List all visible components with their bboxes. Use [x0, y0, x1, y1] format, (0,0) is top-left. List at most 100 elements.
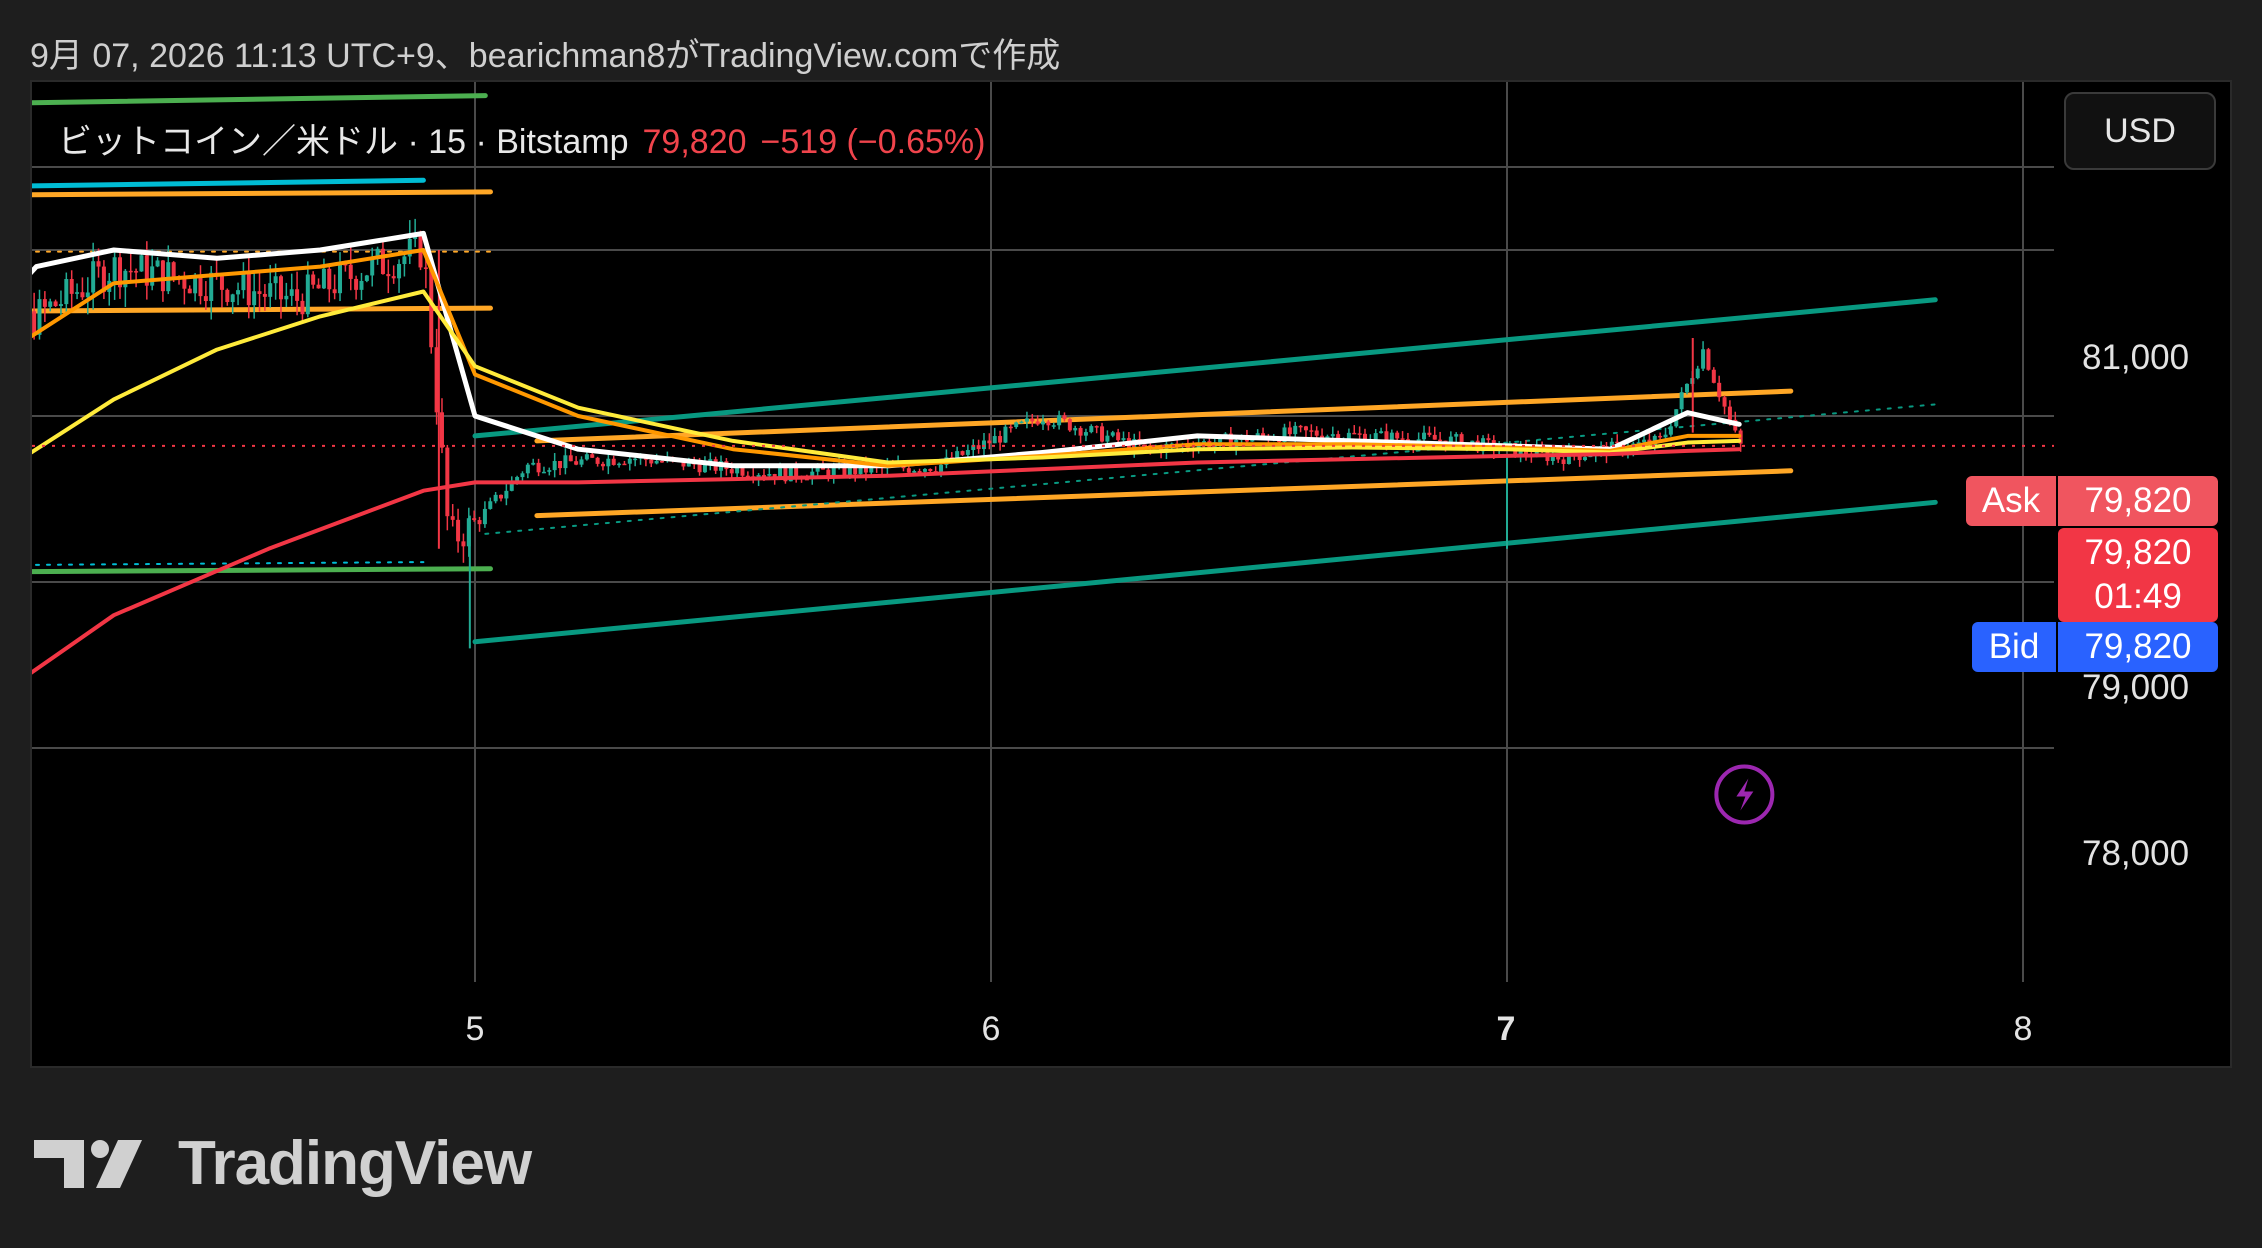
candle-body [187, 288, 192, 294]
candle-body [48, 301, 53, 307]
candle-body [321, 268, 326, 289]
candle-body [590, 454, 595, 458]
candle-body [595, 457, 600, 464]
candle-body [499, 494, 504, 499]
candle-body [1078, 428, 1083, 436]
candle-body [241, 272, 246, 291]
candle-body [912, 470, 917, 473]
candle-body [1711, 369, 1716, 383]
candle-body [268, 283, 273, 297]
support-ray-green [32, 566, 493, 575]
candle-body [584, 454, 589, 460]
candle-body [150, 266, 155, 286]
resistance-ray-orange [32, 189, 493, 198]
candle-body [1287, 427, 1292, 435]
candle-body [1121, 438, 1126, 441]
candle-body [295, 289, 300, 301]
candle-body [998, 436, 1003, 443]
channel-mid-dotted [484, 403, 1937, 535]
candle-body [568, 455, 573, 462]
support-ray-orange [32, 305, 493, 314]
candle-body [230, 294, 235, 303]
candle-body [1422, 432, 1427, 440]
candle-body [617, 463, 622, 466]
ask-label: Ask [1966, 476, 2056, 526]
candle-body [1454, 434, 1459, 437]
candle-body [1357, 433, 1362, 435]
price-tick: 78,000 [2082, 834, 2190, 873]
candle-body [327, 268, 332, 290]
candle-body [289, 289, 294, 296]
candle-body [311, 274, 316, 285]
candle-body [520, 473, 525, 478]
candle-body [1110, 432, 1115, 436]
candle-body [128, 270, 133, 273]
candle-body [1561, 459, 1566, 465]
candle-body [547, 470, 552, 472]
candle-body [563, 455, 568, 469]
candle-body [252, 291, 257, 306]
channel-lower-line [472, 499, 1938, 645]
candle-body [96, 261, 101, 267]
date-tick: 8 [2013, 1010, 2033, 1048]
candle-body [1727, 406, 1732, 420]
candle-body [611, 458, 616, 465]
currency-button[interactable]: USD [2064, 92, 2216, 170]
candle-body [1293, 425, 1298, 435]
candle-body [75, 292, 80, 294]
drawings [32, 93, 1938, 645]
candle-body [1105, 435, 1110, 442]
candle-body [1100, 426, 1105, 442]
candle-body [976, 445, 981, 450]
candle-body [91, 261, 96, 293]
candle-body [1067, 419, 1072, 431]
candle-body [1432, 434, 1437, 440]
candle-body [488, 501, 493, 509]
candle-body [1062, 415, 1067, 420]
last-price-tag: 79,820 01:49 [2058, 528, 2218, 622]
candle-body [461, 541, 466, 547]
candle-body [1035, 421, 1040, 425]
candle-body [1658, 435, 1663, 438]
candle-body [1073, 428, 1078, 431]
resistance-ray-cyan [32, 177, 426, 189]
candle-body [1722, 397, 1727, 407]
candle-body [273, 276, 278, 284]
chart-panel[interactable]: ビットコイン／米ドル · 15 · Bitstamp 79,820 −519 (… [30, 80, 2232, 1068]
candle-body [439, 412, 444, 448]
candle-body [761, 475, 766, 477]
ma-line-orange [32, 248, 1742, 468]
candle-body [450, 516, 455, 520]
symbol-name[interactable]: ビットコイン／米ドル · 15 · Bitstamp [58, 114, 629, 163]
candle-body [1701, 349, 1706, 369]
candle-body [338, 263, 343, 294]
candle-body [1019, 421, 1024, 424]
candle-body [1400, 438, 1405, 440]
candle-body [477, 520, 482, 525]
tradingview-logo[interactable]: TradingView [34, 1128, 532, 1199]
candle-body [1346, 432, 1351, 439]
candle-body [300, 300, 305, 315]
candle-body [386, 274, 391, 277]
candle-body [579, 459, 584, 465]
candle-body [729, 469, 734, 474]
date-tick: 5 [465, 1010, 485, 1048]
price-chart[interactable] [32, 82, 2230, 1066]
candle-body [1668, 426, 1673, 435]
candle-body [600, 463, 605, 467]
candle-body [171, 262, 176, 277]
date-tick: 7 [1496, 1010, 1516, 1048]
candle-body [456, 519, 461, 542]
candle-body [380, 248, 385, 275]
candle-body [112, 257, 117, 281]
candle-body [917, 470, 922, 473]
candle-body [1583, 457, 1588, 461]
candle-body [305, 274, 310, 315]
candle-body [1008, 426, 1013, 429]
candle-body [1427, 432, 1432, 435]
tradingview-logo-icon [34, 1139, 142, 1188]
candle-body [284, 295, 289, 300]
candle-body [64, 279, 69, 305]
bid-label: Bid [1972, 622, 2056, 672]
candle-body [1395, 432, 1400, 439]
